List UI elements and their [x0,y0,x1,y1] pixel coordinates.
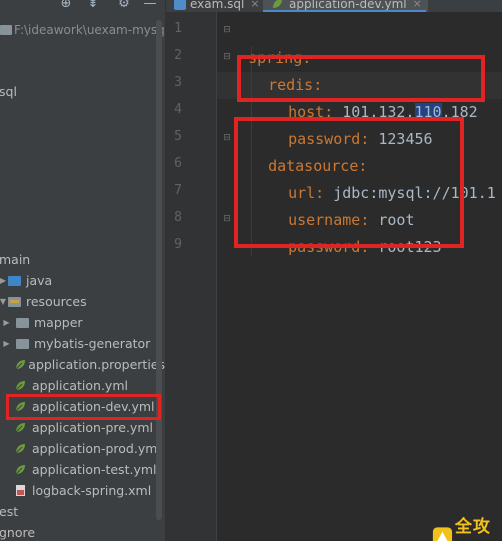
line-number: 1 [174,21,182,36]
close-icon[interactable]: × [250,0,259,10]
tree-item-label: application-test.yml [32,462,157,477]
folder-icon [16,317,29,328]
spring-leaf-icon [14,421,27,434]
watermark-logo-icon [432,527,453,541]
tree-item-application-prod-yml[interactable]: application-prod.yml [0,438,165,459]
tree-item-application-test-yml[interactable]: application-test.yml [0,459,165,480]
tree-item-label: application.properties [28,357,165,372]
tree-item-label: java [26,273,53,288]
chevron-right-icon[interactable]: ▶ [0,339,13,348]
collapse-all-icon[interactable]: ⇟ [86,0,100,11]
project-panel: ⊕ ⇟ ⚙ — F:\ideawork\uexam-mysql sql main… [0,0,165,541]
locate-icon[interactable]: ⊕ [59,0,73,11]
active-tab-indicator [263,10,426,12]
sql-file-icon [174,0,186,10]
annotation-highlight-file [6,394,161,420]
tree-item-label: application.yml [32,378,128,393]
tree-item-logback-spring-xml[interactable]: logback-spring.xml [0,480,165,501]
tree-item-label: resources [26,294,87,309]
tab-label: application-dev.yml [289,0,407,11]
fold-marker-icon[interactable]: ⊟ [222,133,232,143]
chevron-right-icon[interactable]: ▶ [0,276,8,285]
annotation-highlight-host [237,55,485,102]
tree-item-application-properties[interactable]: application.properties [0,354,165,375]
line-number: 2 [174,48,182,63]
tree-item-label: mybatis-generator [34,336,151,351]
spring-leaf-icon [14,463,27,476]
folder-icon [16,338,29,349]
editor-gutter: 1 2 3 4 5 6 7 8 9 [166,12,216,541]
line-number: 6 [174,156,182,171]
spring-leaf-icon [14,379,27,392]
chevron-down-icon[interactable]: ▼ [0,297,8,306]
tree-item-application-yml[interactable]: application.yml [0,375,165,396]
hide-panel-icon[interactable]: — [143,0,157,11]
source-folder-icon [8,275,21,286]
close-icon[interactable]: × [413,0,422,10]
tree-item-label: mapper [34,315,83,330]
line-number: 3 [174,75,182,90]
resources-folder-icon [8,296,21,307]
spring-leaf-icon [14,358,25,371]
tree-item-sql[interactable]: sql [0,81,17,102]
folder-icon [0,24,12,35]
project-toolbar: ⊕ ⇟ ⚙ — [0,0,165,14]
annotation-highlight-datasource [234,117,464,248]
tree-item-application-pre-yml[interactable]: application-pre.yml [0,417,165,438]
code-line-1: spring: [230,18,311,67]
tree-item-label: application-prod.yml [32,441,161,456]
watermark-text: 全攻略 [454,517,491,537]
tab-label: exam.sql [190,0,245,11]
tree-item-gitignore[interactable]: gnore [0,522,35,541]
fold-marker-icon[interactable]: ⊟ [222,214,232,224]
tree-item-main[interactable]: main [0,249,30,270]
line-number: 4 [174,102,182,117]
gear-icon[interactable]: ⚙ [117,0,131,11]
spring-leaf-icon [271,0,284,10]
line-number: 7 [174,183,182,198]
line-number: 8 [174,210,182,225]
project-scrollbar[interactable] [156,20,162,520]
project-root-path: F:\ideawork\uexam-mysql [14,22,165,37]
spring-leaf-icon [14,442,27,455]
tree-item-mybatis-generator[interactable]: ▶ mybatis-generator [0,333,165,354]
watermark: 全攻略 [432,512,502,541]
tree-item-resources[interactable]: ▼ resources [0,291,165,312]
tree-item-test[interactable]: est [0,501,18,522]
xml-file-icon [14,484,27,497]
tree-item-label: application-pre.yml [32,420,153,435]
tree-item-java[interactable]: ▶ java [0,270,165,291]
chevron-right-icon[interactable]: ▶ [0,318,13,327]
tab-exam-sql[interactable]: exam.sql × [174,0,260,12]
tree-item-label: logback-spring.xml [32,483,152,498]
line-number: 9 [174,237,182,252]
project-root[interactable]: F:\ideawork\uexam-mysql [0,19,165,40]
tree-item-mapper[interactable]: ▶ mapper [0,312,165,333]
line-number: 5 [174,129,182,144]
